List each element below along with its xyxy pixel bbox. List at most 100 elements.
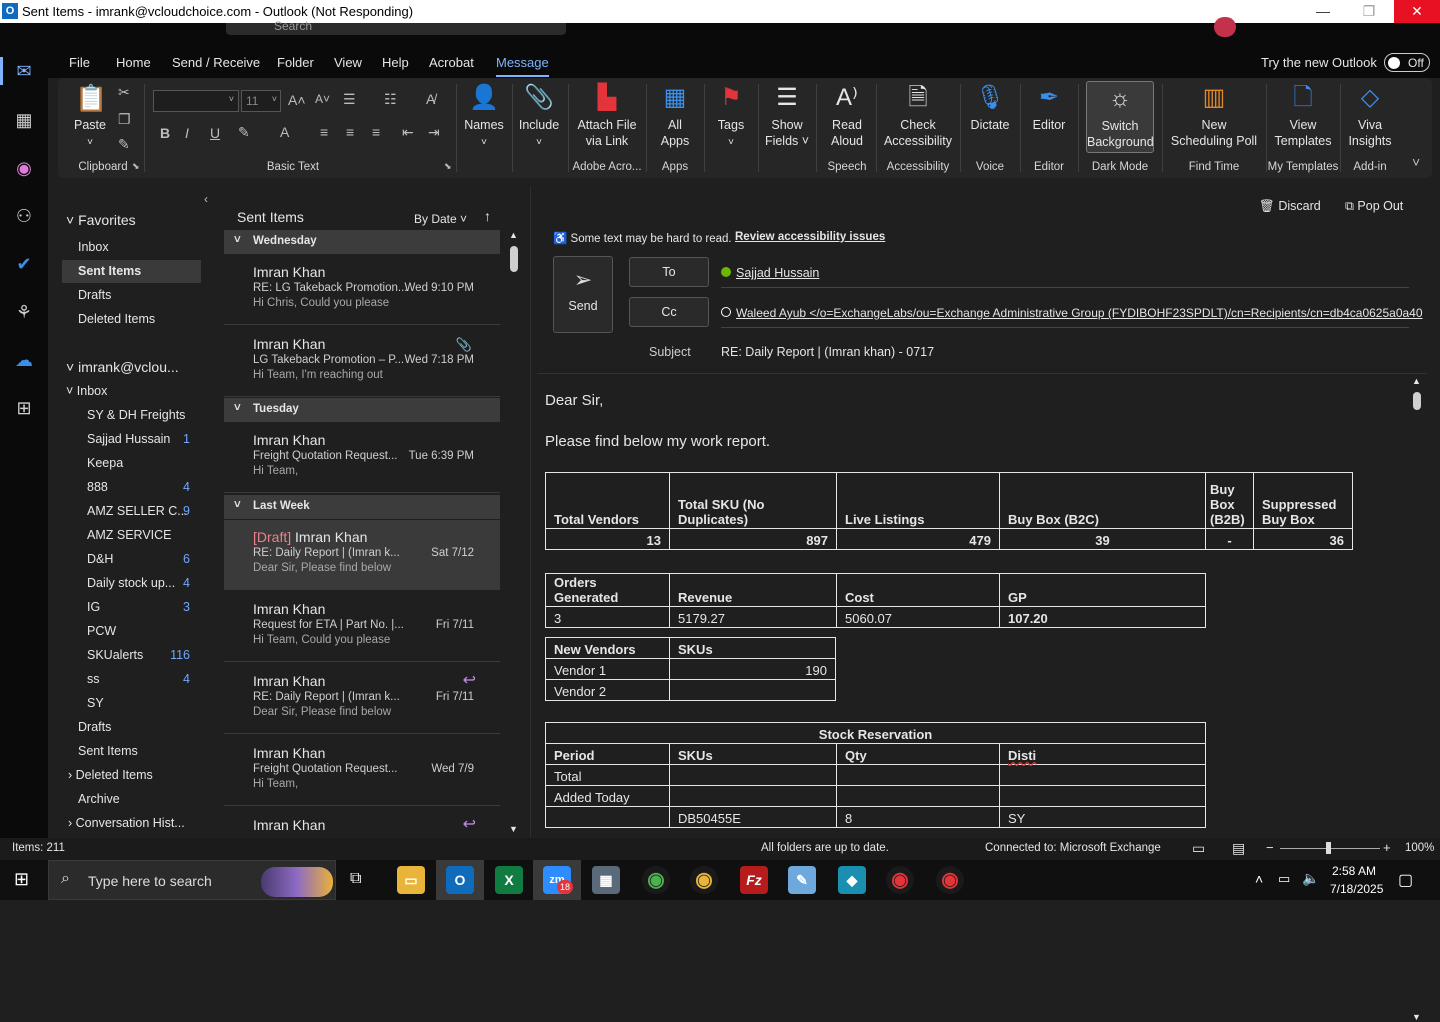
fav-drafts[interactable]: Drafts <box>78 288 111 302</box>
subfolder-item[interactable]: AMZ SERVICE <box>87 528 172 542</box>
subfolder-item[interactable]: PCW <box>87 624 116 638</box>
filezilla-icon[interactable]: Fz <box>740 866 768 894</box>
new-vendors-table[interactable]: New Vendors SKUs Vendor 1 190 Vendor 2 <box>545 637 836 701</box>
copilot-icon[interactable]: ◉ <box>12 156 36 180</box>
scroll-down-icon[interactable]: ▼ <box>509 824 518 834</box>
pop-out-button[interactable]: ⧉ Pop Out <box>1345 199 1403 214</box>
file-explorer-icon[interactable]: ▭ <box>397 866 425 894</box>
zoom-out-icon[interactable]: − <box>1266 840 1274 855</box>
body-scrollbar[interactable]: ▲ ▼ <box>1411 376 1421 1022</box>
volume-icon[interactable]: 🔈 <box>1302 870 1319 887</box>
italic-icon[interactable]: I <box>185 125 189 141</box>
font-name-select[interactable]: ˅ <box>153 90 239 112</box>
attach-file-via-link-button[interactable]: ▙ Attach File via Link <box>572 83 642 149</box>
fav-sent-items[interactable]: Sent Items <box>78 264 141 278</box>
network-icon[interactable]: ▭ <box>1278 871 1290 887</box>
format-painter-icon[interactable]: ✎ <box>118 136 130 153</box>
basic-text-launcher-icon[interactable]: ⬊ <box>444 161 452 172</box>
shrink-font-icon[interactable]: A˅ <box>315 92 330 106</box>
task-view-icon[interactable]: ⧉ <box>350 870 361 888</box>
subfolder-item[interactable]: SKUalerts <box>87 648 143 662</box>
outlook-taskbar-icon[interactable]: O <box>446 866 474 894</box>
viva-insights-button[interactable]: ◇ Viva Insights <box>1344 83 1396 149</box>
group-collapse-icon[interactable]: ˅ <box>234 234 241 246</box>
clipboard-launcher-icon[interactable]: ⬊ <box>132 161 140 172</box>
clock-time[interactable]: 2:58 AM <box>1332 864 1376 878</box>
app-diamond-icon[interactable]: ◆ <box>838 866 866 894</box>
sort-direction-icon[interactable]: ↑ <box>484 208 491 224</box>
folder-conversation-history[interactable]: › Conversation Hist... <box>68 816 185 830</box>
fav-deleted-items[interactable]: Deleted Items <box>78 312 155 326</box>
list-item[interactable]: [Draft] Imran Khan RE: Daily Report | (Im… <box>224 520 500 590</box>
bold-icon[interactable]: B <box>160 125 170 141</box>
align-right-icon[interactable]: ≡ <box>372 124 380 140</box>
mail-icon[interactable]: ✉ <box>12 59 36 83</box>
apps-icon[interactable]: ⊞ <box>12 396 36 420</box>
minimize-button[interactable]: — <box>1300 0 1346 23</box>
group-collapse-icon[interactable]: ˅ <box>234 402 241 414</box>
scroll-up-icon[interactable]: ▲ <box>1412 376 1421 386</box>
tab-message[interactable]: Message <box>496 55 549 70</box>
tags-button[interactable]: ⚑ Tags ˅ <box>708 83 754 151</box>
folder-deleted-items[interactable]: › Deleted Items <box>68 768 153 782</box>
notepad-icon[interactable]: ✎ <box>788 866 816 894</box>
show-fields-button[interactable]: ☰ Show Fields ˅ <box>762 83 812 149</box>
new-outlook-toggle[interactable]: Off <box>1384 53 1430 72</box>
notifications-icon[interactable]: ▢ <box>1398 870 1413 890</box>
chrome-alt-profile-icon[interactable]: ◉ <box>886 866 914 894</box>
list-item[interactable]: Imran Khan RE: Daily Report | (Imran k...… <box>224 664 500 734</box>
close-button[interactable]: ✕ <box>1394 0 1440 23</box>
date-group-header[interactable]: ˅ Wednesday <box>224 230 500 254</box>
subject-input[interactable]: RE: Daily Report | (Imran khan) - 0717 <box>721 345 934 359</box>
date-group-header[interactable]: ˅ Tuesday <box>224 398 500 422</box>
font-color-icon[interactable]: A <box>280 124 289 140</box>
scroll-down-icon[interactable]: ▼ <box>1412 1012 1421 1022</box>
inbox-folder[interactable]: ˅ Inbox <box>66 384 107 398</box>
fav-inbox[interactable]: Inbox <box>78 240 109 254</box>
subfolder-item[interactable]: IG <box>87 600 100 614</box>
chrome-profile-icon[interactable]: ◉ <box>690 866 718 894</box>
normal-view-icon[interactable]: ▭ <box>1192 840 1205 857</box>
to-recipient[interactable]: Sajjad Hussain <box>736 266 819 280</box>
body-intro[interactable]: Please find below my work report. <box>545 433 770 450</box>
body-greeting[interactable]: Dear Sir, <box>545 392 603 409</box>
reading-view-icon[interactable]: ▤ <box>1232 840 1245 857</box>
tab-file[interactable]: File <box>69 55 90 70</box>
decrease-indent-icon[interactable]: ⇤ <box>402 124 414 141</box>
subfolder-item[interactable]: D&H <box>87 552 113 566</box>
list-item[interactable]: Imran Khan Freight Quotation Request... Hi… <box>224 736 500 806</box>
calendar-icon[interactable]: ▦ <box>12 108 36 132</box>
align-left-icon[interactable]: ≡ <box>320 124 328 140</box>
editor-button[interactable]: ✒ Editor <box>1024 83 1074 133</box>
sort-by-date-button[interactable]: By Date ˅ <box>414 212 467 226</box>
subfolder-item[interactable]: 888 <box>87 480 108 494</box>
include-button[interactable]: 📎 Include ˅ <box>514 83 564 151</box>
folder-sent-items[interactable]: Sent Items <box>78 744 138 758</box>
orders-table[interactable]: Orders Generated Revenue Cost GP 3 5179.… <box>545 573 1206 628</box>
new-scheduling-poll-button[interactable]: ▥ New Scheduling Poll <box>1166 83 1262 149</box>
scroll-thumb[interactable] <box>510 246 518 272</box>
chrome-second-profile-icon[interactable]: ◉ <box>936 866 964 894</box>
list-item[interactable]: Imran Khan ↩ <box>224 808 500 838</box>
scroll-thumb[interactable] <box>1413 392 1421 410</box>
summary-table[interactable]: Total Vendors Total SKU (No Duplicates) … <box>545 472 1353 550</box>
collapse-pane-icon[interactable]: ‹ <box>204 192 208 206</box>
tab-view[interactable]: View <box>334 55 362 70</box>
date-group-header[interactable]: ˅ Last Week <box>224 495 500 519</box>
cc-button[interactable]: Cc <box>629 297 709 327</box>
cut-icon[interactable]: ✂ <box>118 84 130 101</box>
subfolder-item[interactable]: SY <box>87 696 104 710</box>
tab-folder[interactable]: Folder <box>277 55 314 70</box>
maximize-button[interactable]: ❐ <box>1346 0 1392 23</box>
list-item[interactable]: Imran Khan Request for ETA | Part No. |..… <box>224 592 500 662</box>
tab-help[interactable]: Help <box>382 55 409 70</box>
ribbon-expand-icon[interactable]: ˅ <box>1412 154 1420 170</box>
zoom-in-icon[interactable]: + <box>1383 840 1391 855</box>
bullets-icon[interactable]: ☰ <box>343 91 356 108</box>
clear-formatting-icon[interactable]: A̸ <box>426 91 435 107</box>
list-item[interactable]: Imran Khan LG Takeback Promotion – P... Hi… <box>224 327 500 397</box>
subfolder-item[interactable]: SY & DH Freights <box>87 408 185 422</box>
folder-drafts[interactable]: Drafts <box>78 720 111 734</box>
calculator-icon[interactable]: ▦ <box>592 866 620 894</box>
taskbar-search[interactable]: ⌕ Type here to search <box>48 860 336 900</box>
